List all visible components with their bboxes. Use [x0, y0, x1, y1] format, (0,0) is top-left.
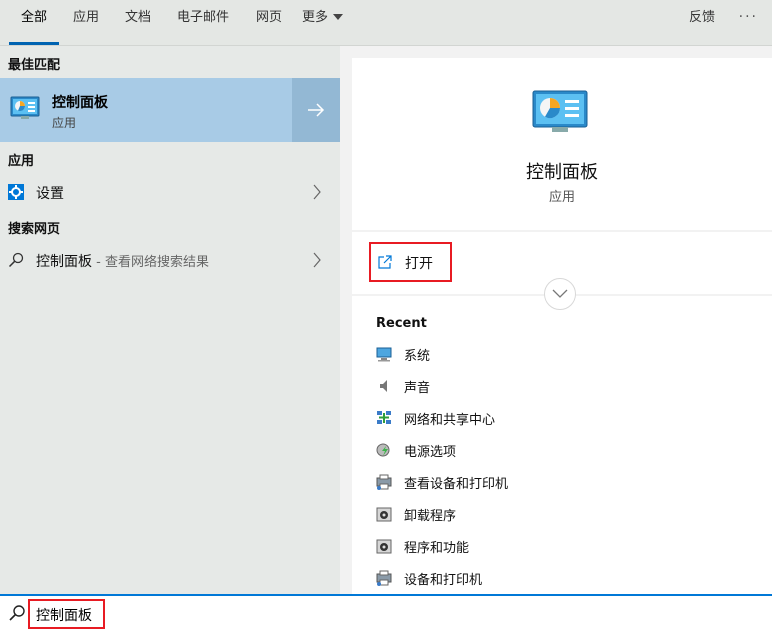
control-panel-icon [532, 90, 588, 132]
tab-email[interactable]: 电子邮件 [170, 0, 236, 45]
chevron-down-icon [552, 289, 568, 298]
app-preview-card: 控制面板 应用 [352, 58, 772, 230]
system-monitor-icon [376, 347, 392, 362]
search-icon [9, 605, 25, 621]
expand-actions-button[interactable] [544, 278, 576, 310]
recent-item-label: 查看设备和打印机 [404, 477, 509, 492]
recent-item-label: 设备和打印机 [404, 573, 483, 588]
results-pane: 最佳匹配 控制面板 应用 应用 设置 搜索网页 控制面板 - 查看网络搜索结果 [0, 46, 340, 594]
open-button[interactable]: 打开 [369, 242, 452, 282]
app-subtitle: 应用 [548, 190, 575, 205]
programs-icon [376, 539, 392, 554]
list-item-label: 控制面板 - 查看网络搜索结果 [36, 251, 209, 271]
tab-more[interactable]: 更多 [302, 0, 356, 45]
recent-item-label: 电源选项 [404, 445, 457, 460]
more-options-button[interactable]: ··· [739, 0, 758, 34]
tab-all[interactable]: 全部 [9, 0, 59, 45]
apps-heading: 应用 [8, 154, 35, 169]
network-icon [377, 411, 391, 424]
app-title: 控制面板 [526, 162, 598, 183]
tab-apps[interactable]: 应用 [64, 0, 108, 45]
web-search-hint: - 查看网络搜索结果 [92, 255, 209, 270]
web-query-text: 控制面板 [36, 254, 92, 270]
list-item-label: 设置 [36, 186, 64, 202]
preview-pane: 控制面板 应用 打开 Recent 系统 声音 网络和共享中心 电源选项 查看设… [340, 46, 772, 594]
best-match-item[interactable]: 控制面板 应用 [0, 78, 340, 142]
feedback-button[interactable]: 反馈 [689, 0, 715, 36]
arrow-right-icon [308, 103, 325, 117]
tab-more-label: 更多 [302, 10, 329, 25]
list-item-settings[interactable]: 设置 [0, 177, 340, 207]
search-query-text: 控制面板 [36, 608, 92, 624]
tab-documents[interactable]: 文档 [116, 0, 160, 45]
control-panel-icon [10, 96, 40, 119]
chevron-right-icon [313, 184, 321, 200]
recent-item-label: 声音 [404, 381, 431, 396]
best-match-title: 控制面板 [52, 95, 108, 111]
tab-web[interactable]: 网页 [248, 0, 290, 45]
open-label: 打开 [405, 256, 433, 272]
open-external-icon [378, 255, 392, 269]
best-match-heading: 最佳匹配 [8, 58, 61, 73]
settings-gear-icon [8, 184, 24, 200]
search-web-heading: 搜索网页 [8, 222, 61, 237]
search-input[interactable]: 控制面板 [28, 599, 105, 629]
recent-heading: Recent [376, 316, 427, 331]
recent-item-label: 网络和共享中心 [404, 413, 496, 428]
programs-icon [376, 507, 392, 522]
recent-item-label: 程序和功能 [404, 541, 470, 556]
chevron-right-icon [313, 252, 321, 268]
search-scope-tabs: 全部 应用 文档 电子邮件 网页 更多 反馈 ··· [0, 0, 772, 46]
speaker-icon [380, 380, 387, 392]
printer-icon [376, 570, 392, 586]
best-match-expand-button[interactable] [292, 78, 340, 142]
search-bar: 控制面板 [0, 594, 772, 630]
power-options-icon [376, 443, 390, 457]
printer-icon [376, 474, 392, 490]
recent-item-label: 卸载程序 [404, 509, 457, 524]
recent-card: Recent 系统 声音 网络和共享中心 电源选项 查看设备和打印机 卸载程序 … [352, 296, 772, 594]
list-item-web-search[interactable]: 控制面板 - 查看网络搜索结果 [0, 245, 340, 275]
recent-item-label: 系统 [404, 349, 431, 364]
best-match-open[interactable]: 控制面板 应用 [0, 78, 291, 142]
best-match-subtitle: 应用 [52, 116, 77, 130]
chevron-down-icon [333, 13, 344, 20]
search-icon [8, 252, 24, 268]
